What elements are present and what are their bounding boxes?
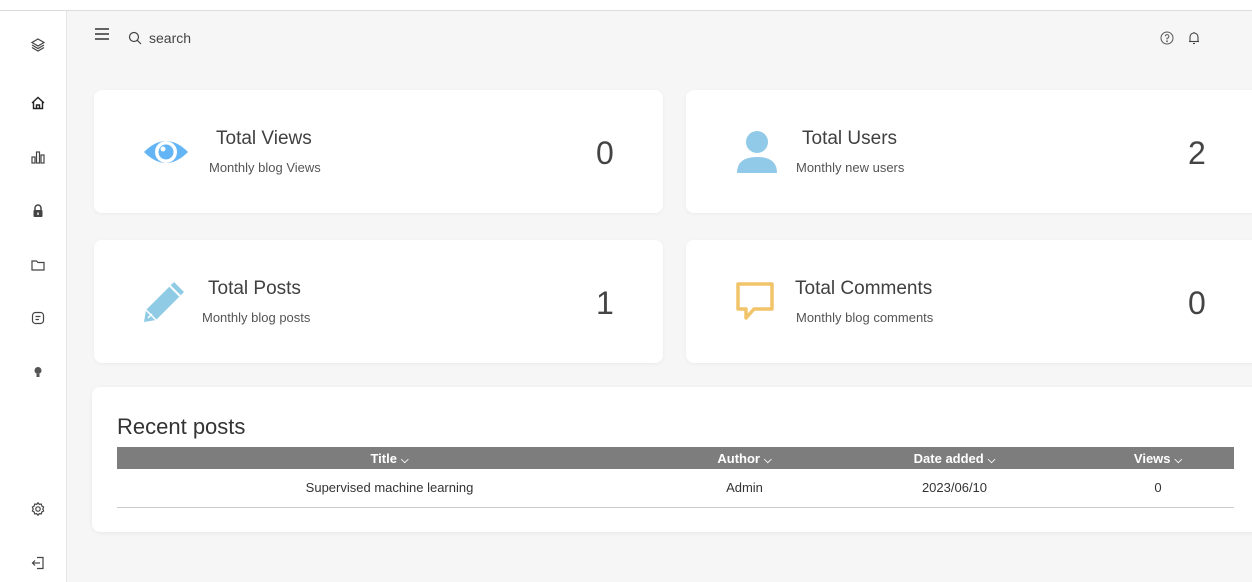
total-users-card: Total Users Monthly new users 2	[686, 90, 1252, 213]
column-header-title[interactable]: Title ⌵	[117, 447, 662, 469]
recent-posts-panel: Recent posts Title ⌵ Author ⌵ Date added ⌵ …	[92, 387, 1252, 532]
card-title: Total Posts	[208, 278, 301, 299]
card-value: 0	[596, 135, 614, 171]
recent-posts-title: Recent posts	[117, 414, 246, 439]
chart-icon[interactable]	[26, 145, 50, 169]
card-value: 2	[1188, 135, 1206, 171]
card-value: 0	[1188, 285, 1206, 321]
top-strip	[0, 0, 1252, 11]
table-header-row: Title ⌵ Author ⌵ Date added ⌵ Views ⌵	[117, 447, 1234, 469]
search-bar	[127, 27, 367, 49]
layers-icon[interactable]	[26, 33, 50, 57]
column-header-date[interactable]: Date added ⌵	[827, 447, 1082, 469]
eye-icon	[142, 132, 190, 172]
total-comments-card: Total Comments Monthly blog comments 0	[686, 240, 1252, 363]
comment-icon	[734, 280, 776, 322]
lock-icon[interactable]	[26, 199, 50, 223]
message-icon[interactable]	[26, 306, 50, 330]
help-icon[interactable]	[1158, 29, 1176, 47]
pencil-icon	[142, 280, 186, 324]
home-icon[interactable]	[26, 91, 50, 115]
search-input[interactable]	[149, 30, 349, 46]
column-label: Views	[1133, 450, 1171, 466]
chevron-down-icon: ⌵	[1174, 454, 1183, 466]
bell-icon[interactable]	[1185, 29, 1203, 47]
total-posts-card: Total Posts Monthly blog posts 1	[94, 240, 663, 363]
user-icon	[734, 130, 780, 174]
recent-posts-table: Title ⌵ Author ⌵ Date added ⌵ Views ⌵ Superv…	[117, 447, 1234, 508]
logout-icon[interactable]	[26, 551, 50, 575]
folder-icon[interactable]	[26, 253, 50, 277]
column-header-author[interactable]: Author ⌵	[662, 447, 827, 469]
search-icon	[128, 31, 142, 45]
top-header	[67, 11, 1252, 67]
bulb-icon[interactable]	[26, 360, 50, 384]
card-title: Total Comments	[795, 278, 933, 299]
column-label: Author	[717, 450, 760, 466]
card-subtitle: Monthly blog comments	[796, 310, 934, 325]
menu-icon[interactable]	[93, 25, 111, 43]
settings-icon[interactable]	[26, 497, 50, 521]
card-subtitle: Monthly new users	[796, 160, 905, 175]
total-views-card: Total Views Monthly blog Views 0	[94, 90, 663, 213]
chevron-down-icon: ⌵	[400, 454, 409, 466]
cell-author: Admin	[662, 469, 827, 508]
table-row[interactable]: Supervised machine learning Admin 2023/0…	[117, 469, 1234, 508]
cell-date: 2023/06/10	[827, 469, 1082, 508]
column-label: Title	[370, 450, 397, 466]
chevron-down-icon: ⌵	[987, 454, 996, 466]
cell-views: 0	[1082, 469, 1234, 508]
column-header-views[interactable]: Views ⌵	[1082, 447, 1234, 469]
sidebar	[0, 11, 67, 582]
card-title: Total Views	[216, 128, 312, 149]
card-subtitle: Monthly blog posts	[202, 310, 311, 325]
card-subtitle: Monthly blog Views	[209, 160, 321, 175]
chevron-down-icon: ⌵	[764, 454, 772, 466]
card-value: 1	[596, 285, 614, 321]
card-title: Total Users	[802, 128, 898, 149]
cell-title: Supervised machine learning	[117, 469, 662, 508]
column-label: Date added	[913, 450, 984, 466]
